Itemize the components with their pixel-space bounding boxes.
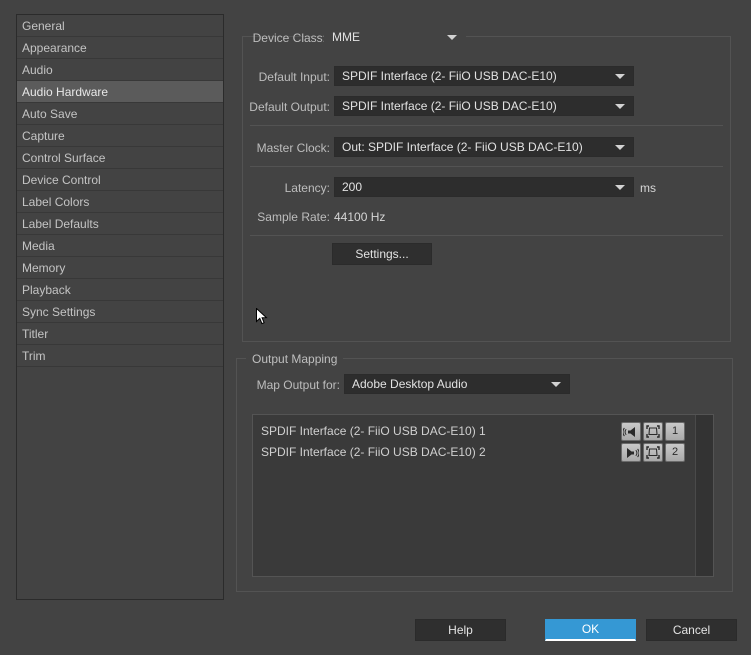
- sidebar-item-label: Auto Save: [22, 107, 78, 121]
- crop-brackets-icon[interactable]: [643, 422, 663, 441]
- table-row[interactable]: SPDIF Interface (2- FiiO USB DAC-E10) 2 …: [253, 442, 713, 463]
- channel-row-controls: 1: [621, 422, 685, 441]
- arrow-pointer-icon: [256, 307, 268, 326]
- sidebar-item-label: Capture: [22, 129, 65, 143]
- sidebar-item-label: Label Defaults: [22, 217, 99, 231]
- sidebar-item-trim[interactable]: Trim: [17, 345, 223, 367]
- speaker-left-icon[interactable]: [621, 422, 641, 441]
- sample-rate-label: Sample Rate:: [257, 210, 330, 224]
- sidebar-item-device-control[interactable]: Device Control: [17, 169, 223, 191]
- chevron-down-icon: [551, 382, 561, 387]
- sidebar-item-label: Label Colors: [22, 195, 90, 209]
- sidebar-item-label-defaults[interactable]: Label Defaults: [17, 213, 223, 235]
- sidebar-item-label: Titler: [22, 327, 49, 341]
- device-class-value: MME: [332, 30, 360, 44]
- channel-row-label: SPDIF Interface (2- FiiO USB DAC-E10) 1: [261, 424, 486, 438]
- sidebar-item-label: Device Control: [22, 173, 101, 187]
- sidebar-item-titler[interactable]: Titler: [17, 323, 223, 345]
- settings-button[interactable]: Settings...: [332, 243, 432, 265]
- ok-button[interactable]: OK: [545, 619, 636, 641]
- separator-3: [250, 235, 723, 236]
- sidebar-item-auto-save[interactable]: Auto Save: [17, 103, 223, 125]
- sidebar-item-playback[interactable]: Playback: [17, 279, 223, 301]
- sidebar-item-label: Media: [22, 239, 55, 253]
- sidebar-item-label: Memory: [22, 261, 66, 275]
- chevron-down-icon: [615, 185, 625, 190]
- sidebar-item-media[interactable]: Media: [17, 235, 223, 257]
- separator-2: [250, 166, 723, 167]
- sidebar-item-appearance[interactable]: Appearance: [17, 37, 223, 59]
- chevron-down-icon: [447, 35, 457, 40]
- map-output-for-label: Map Output for:: [256, 378, 340, 392]
- sample-rate-value: 44100 Hz: [334, 210, 386, 224]
- default-output-dropdown[interactable]: SPDIF Interface (2- FiiO USB DAC-E10): [334, 96, 634, 116]
- sidebar-item-audio-hardware[interactable]: Audio Hardware: [17, 81, 223, 103]
- chevron-down-icon: [615, 104, 625, 109]
- sidebar-item-sync-settings[interactable]: Sync Settings: [17, 301, 223, 323]
- device-class-label: Device Class:: [252, 31, 326, 45]
- default-input-label: Default Input:: [258, 70, 330, 84]
- map-output-for-value: Adobe Desktop Audio: [352, 377, 468, 391]
- default-output-label: Default Output:: [249, 100, 330, 114]
- sidebar-item-label: Sync Settings: [22, 305, 96, 319]
- sidebar-item-general[interactable]: General: [17, 15, 223, 37]
- channel-number-button[interactable]: 1: [665, 422, 685, 441]
- sidebar-item-capture[interactable]: Capture: [17, 125, 223, 147]
- separator-1: [250, 125, 723, 126]
- sidebar-item-label-colors[interactable]: Label Colors: [17, 191, 223, 213]
- sidebar-item-label: Control Surface: [22, 151, 106, 165]
- speaker-right-icon[interactable]: [621, 443, 641, 462]
- default-input-value: SPDIF Interface (2- FiiO USB DAC-E10): [342, 69, 557, 83]
- chevron-down-icon: [615, 145, 625, 150]
- master-clock-value: Out: SPDIF Interface (2- FiiO USB DAC-E1…: [342, 140, 583, 154]
- device-class-dropdown[interactable]: MME: [324, 27, 466, 47]
- map-output-for-dropdown[interactable]: Adobe Desktop Audio: [344, 374, 570, 394]
- crop-brackets-icon[interactable]: [643, 443, 663, 462]
- latency-label: Latency:: [284, 181, 330, 195]
- latency-unit: ms: [640, 181, 656, 195]
- sidebar-item-label: Playback: [22, 283, 71, 297]
- channel-row-controls: 2: [621, 443, 685, 462]
- cancel-button[interactable]: Cancel: [646, 619, 737, 641]
- default-input-dropdown[interactable]: SPDIF Interface (2- FiiO USB DAC-E10): [334, 66, 634, 86]
- master-clock-label: Master Clock:: [256, 141, 330, 155]
- help-button[interactable]: Help: [415, 619, 506, 641]
- sidebar-item-label: Appearance: [22, 41, 87, 55]
- latency-value: 200: [342, 180, 363, 194]
- table-row[interactable]: SPDIF Interface (2- FiiO USB DAC-E10) 1 …: [253, 421, 713, 442]
- preferences-category-list[interactable]: General Appearance Audio Audio Hardware …: [16, 14, 224, 600]
- sidebar-item-memory[interactable]: Memory: [17, 257, 223, 279]
- channel-row-label: SPDIF Interface (2- FiiO USB DAC-E10) 2: [261, 445, 486, 459]
- output-channel-list[interactable]: SPDIF Interface (2- FiiO USB DAC-E10) 1 …: [252, 414, 714, 577]
- channel-number-button[interactable]: 2: [665, 443, 685, 462]
- sidebar-item-label: Audio: [22, 63, 53, 77]
- output-mapping-legend: Output Mapping: [246, 352, 344, 366]
- latency-dropdown[interactable]: 200: [334, 177, 634, 197]
- master-clock-dropdown[interactable]: Out: SPDIF Interface (2- FiiO USB DAC-E1…: [334, 137, 634, 157]
- default-output-value: SPDIF Interface (2- FiiO USB DAC-E10): [342, 99, 557, 113]
- chevron-down-icon: [615, 74, 625, 79]
- sidebar-item-label: Audio Hardware: [22, 85, 109, 99]
- sidebar-item-control-surface[interactable]: Control Surface: [17, 147, 223, 169]
- sidebar-item-audio[interactable]: Audio: [17, 59, 223, 81]
- sidebar-item-label: Trim: [22, 349, 46, 363]
- sidebar-item-label: General: [22, 19, 65, 33]
